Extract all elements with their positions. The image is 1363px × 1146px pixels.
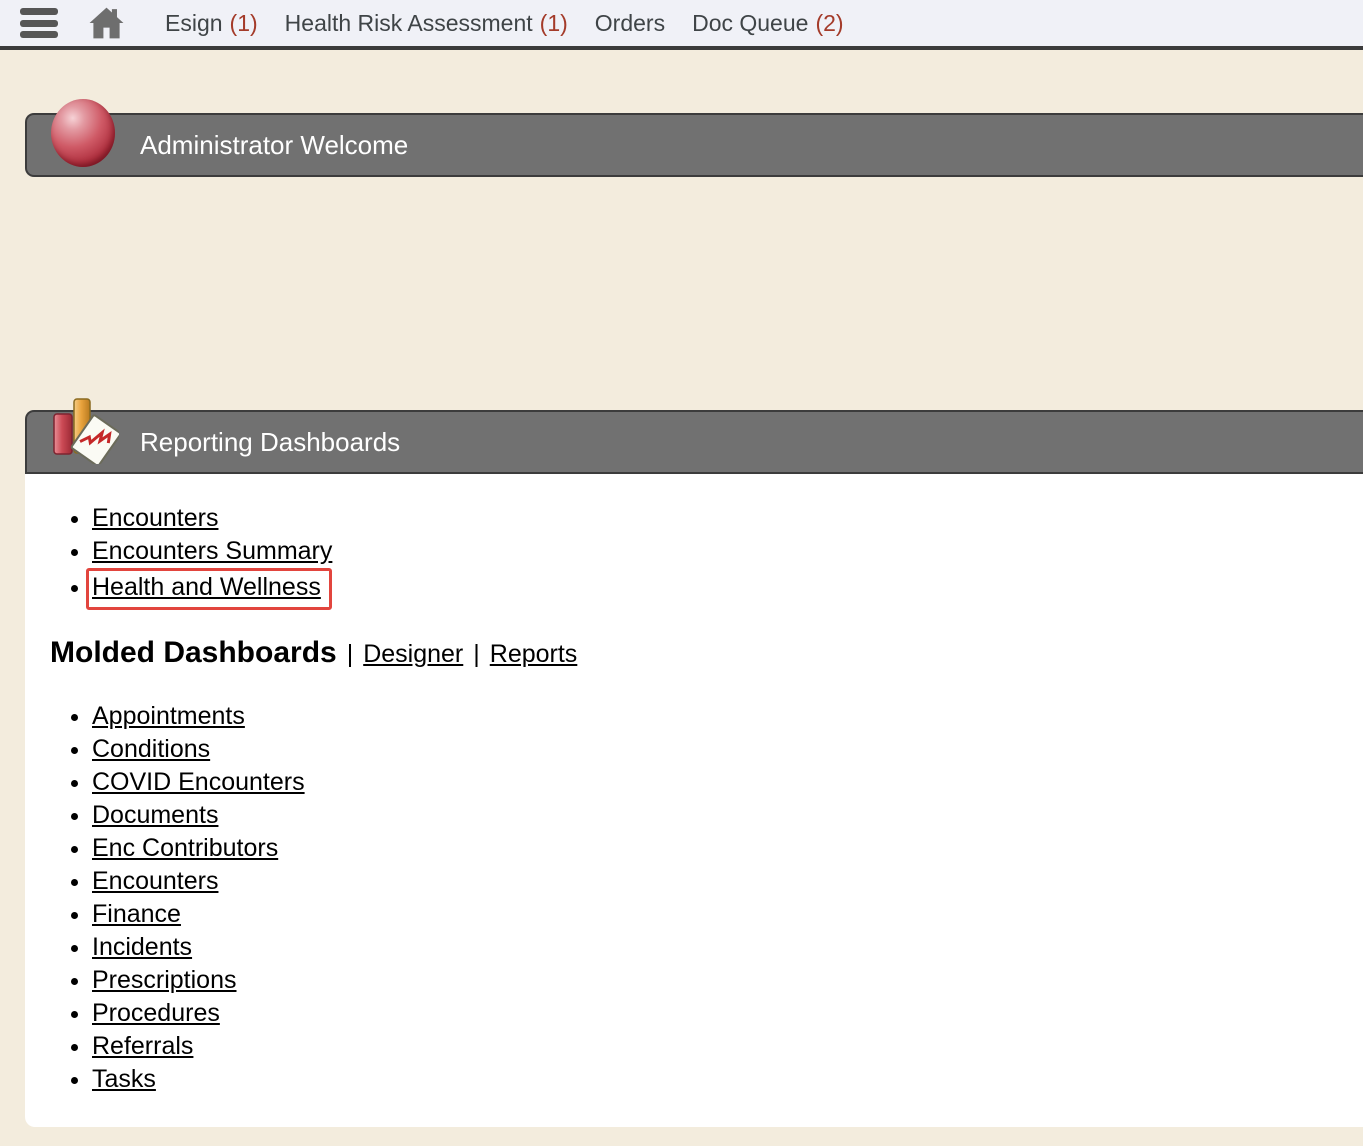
link-referrals[interactable]: Referrals [92, 1032, 193, 1060]
nav-label: Doc Queue [692, 10, 808, 36]
reporting-dashboards-panel: Reporting Dashboards Encounters Encounte… [25, 410, 1363, 1127]
list-item: Prescriptions [92, 964, 1363, 997]
molded-dashboards-heading: Molded Dashboards [50, 636, 337, 670]
link-encounters-molded[interactable]: Encounters [92, 867, 218, 895]
link-appointments[interactable]: Appointments [92, 702, 245, 730]
list-item: Procedures [92, 997, 1363, 1030]
nav-item-esign[interactable]: Esign (1) [165, 10, 258, 37]
link-encounters-summary[interactable]: Encounters Summary [92, 537, 332, 565]
list-item: Tasks [92, 1063, 1363, 1096]
link-incidents[interactable]: Incidents [92, 933, 192, 961]
list-item: Encounters Summary [92, 535, 1363, 568]
reporting-dashboards-body: Encounters Encounters Summary Health and… [25, 474, 1363, 1127]
nav-label: Orders [595, 10, 665, 36]
administrator-welcome-panel: Administrator Welcome [25, 113, 1363, 177]
list-item: Enc Contributors [92, 832, 1363, 865]
top-navigation-bar: Esign (1) Health Risk Assessment (1) Order… [0, 0, 1363, 50]
red-sphere-icon [51, 99, 115, 167]
chart-report-icon [49, 398, 119, 469]
molded-dashboards-heading-row: Molded Dashboards | Designer | Reports [50, 636, 1363, 670]
hamburger-menu-icon[interactable] [20, 8, 58, 38]
home-icon[interactable] [88, 6, 125, 40]
link-documents[interactable]: Documents [92, 801, 218, 829]
separator: | [473, 640, 480, 669]
nav-label: Health Risk Assessment [285, 10, 533, 36]
list-item: Encounters [92, 502, 1363, 535]
nav-count-badge: (1) [230, 10, 258, 36]
link-tasks[interactable]: Tasks [92, 1065, 156, 1093]
link-enc-contributors[interactable]: Enc Contributors [92, 834, 278, 862]
list-item: Health and Wellness [92, 568, 1363, 610]
list-item: COVID Encounters [92, 766, 1363, 799]
reporting-dashboards-header: Reporting Dashboards [25, 410, 1363, 474]
molded-dashboard-links: Appointments Conditions COVID Encounters… [25, 700, 1363, 1096]
nav-count-badge: (1) [540, 10, 568, 36]
highlight-annotation-box: Health and Wellness [86, 568, 332, 610]
link-reports[interactable]: Reports [490, 640, 578, 669]
link-encounters[interactable]: Encounters [92, 504, 218, 532]
nav-item-doc-queue[interactable]: Doc Queue (2) [692, 10, 843, 37]
link-designer[interactable]: Designer [363, 640, 463, 669]
nav-item-orders[interactable]: Orders [595, 10, 665, 37]
separator: | [347, 640, 354, 669]
list-item: Finance [92, 898, 1363, 931]
link-conditions[interactable]: Conditions [92, 735, 210, 763]
list-item: Incidents [92, 931, 1363, 964]
list-item: Encounters [92, 865, 1363, 898]
link-covid-encounters[interactable]: COVID Encounters [92, 768, 305, 796]
top-nav-items: Esign (1) Health Risk Assessment (1) Order… [165, 10, 871, 37]
list-item: Appointments [92, 700, 1363, 733]
list-item: Referrals [92, 1030, 1363, 1063]
list-item: Documents [92, 799, 1363, 832]
nav-label: Esign [165, 10, 223, 36]
link-health-and-wellness[interactable]: Health and Wellness [92, 573, 321, 601]
list-item: Conditions [92, 733, 1363, 766]
link-prescriptions[interactable]: Prescriptions [92, 966, 237, 994]
link-finance[interactable]: Finance [92, 900, 181, 928]
reporting-dashboard-links: Encounters Encounters Summary Health and… [25, 502, 1363, 610]
nav-count-badge: (2) [815, 10, 843, 36]
nav-item-health-risk-assessment[interactable]: Health Risk Assessment (1) [285, 10, 568, 37]
link-procedures[interactable]: Procedures [92, 999, 220, 1027]
administrator-welcome-header: Administrator Welcome [25, 113, 1363, 177]
